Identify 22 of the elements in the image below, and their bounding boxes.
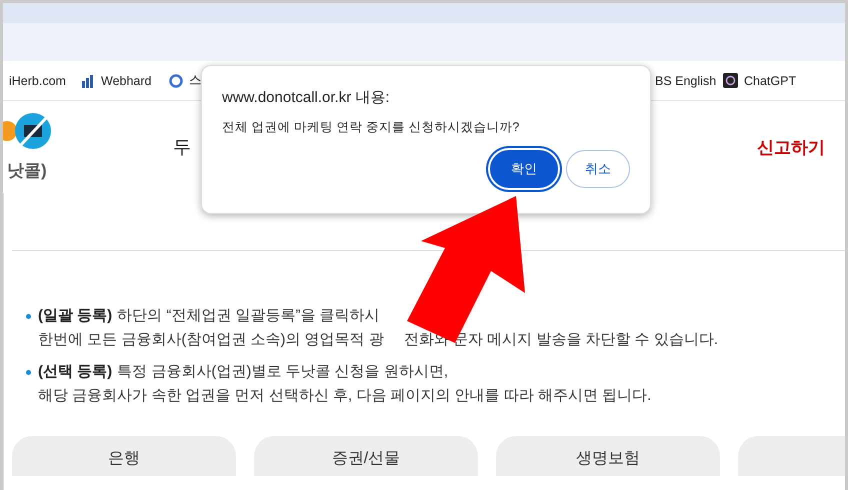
dialog-title: www.donotcall.or.kr 내용:	[222, 88, 391, 107]
dialog-message: 전체 업권에 마케팅 연락 중지를 신청하시겠습니까?	[222, 119, 520, 136]
bullet-text: (선택 등록) 특정 금융회사(업권)별로 두낫콜 신청을 원하시면,	[38, 362, 448, 382]
bullet-text: (일괄 등록) 하단의 “전체업권 일괄등록”을 클릭하시	[38, 306, 380, 326]
report-link[interactable]: 신고하기	[757, 136, 825, 158]
bookmark[interactable]: 스	[169, 72, 209, 89]
bookmark[interactable]: Webhard	[81, 74, 169, 88]
bookmark[interactable]: iHerb.com	[9, 74, 81, 88]
logo-text: 낫콜)	[7, 160, 48, 182]
bullet-text: 한번에 모든 금융회사(참여업권 소속)의 영업목적 광	[38, 330, 384, 350]
nav-text[interactable]: 두	[173, 135, 191, 159]
bar-chart-icon	[81, 74, 95, 88]
bookmark[interactable]: BS English	[655, 74, 723, 88]
bullet-dot	[26, 314, 31, 319]
category-tab[interactable]: 은행	[12, 436, 236, 476]
category-tab[interactable]: 증권/선물	[254, 436, 478, 476]
category-tab[interactable]: 생명보험	[496, 436, 720, 476]
circle-icon	[169, 74, 183, 88]
bullet-dot	[26, 370, 31, 375]
bookmark[interactable]: ChatGPT	[723, 73, 813, 88]
bullet-text: 해당 금융회사가 속한 업권을 먼저 선택하신 후, 다음 페이지의 안내를 따라 해주시면 됩니다.	[38, 386, 652, 406]
dialog-button[interactable]: 취소	[566, 150, 630, 188]
